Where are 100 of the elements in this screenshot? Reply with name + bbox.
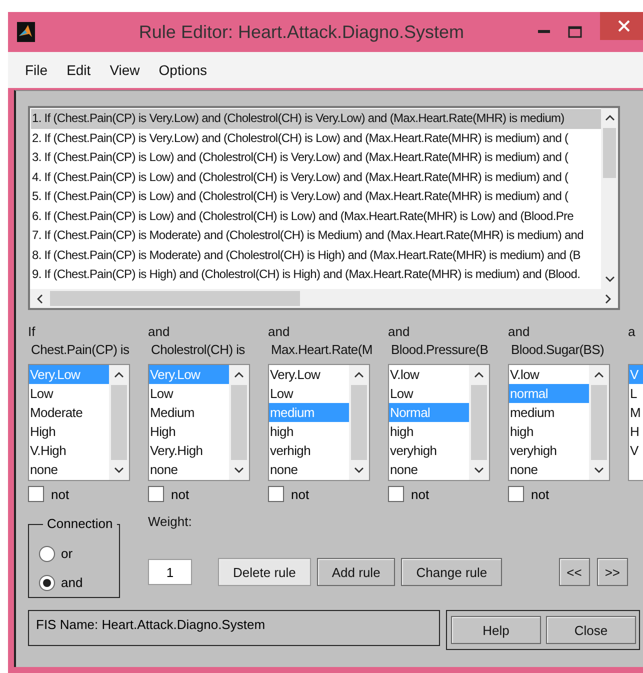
rule-row[interactable]: 4. If (Chest.Pain(CP) is Low) and (Cholestrol(CH) is Very.Low) and (Max.Heart.Rate(MHR) is medium) and (: [31, 168, 568, 187]
rule-button[interactable]: Add rule: [316, 558, 396, 586]
term-option[interactable]: High: [29, 422, 109, 441]
term-option[interactable]: V: [629, 441, 643, 460]
scroll-left-icon[interactable]: [36, 294, 44, 304]
term-option[interactable]: Very.High: [149, 441, 229, 460]
not-label: not: [51, 486, 70, 502]
connective-label: and: [148, 324, 171, 341]
term-option[interactable]: H: [629, 422, 643, 441]
term-option[interactable]: none: [509, 460, 589, 479]
term-list[interactable]: V L M H V: [628, 364, 643, 481]
scroll-up-icon[interactable]: [474, 371, 484, 379]
close-icon: [618, 20, 630, 32]
variable-label: Cholestrol(CH) is: [150, 342, 246, 359]
term-option[interactable]: Moderate: [29, 403, 109, 422]
scroll-right-icon[interactable]: [604, 294, 612, 304]
radio-label: or: [61, 546, 73, 561]
nav-button[interactable]: <<: [558, 558, 590, 586]
term-option[interactable]: none: [389, 460, 469, 479]
term-option[interactable]: Low: [269, 384, 349, 403]
rule-row[interactable]: 7. If (Chest.Pain(CP) is Moderate) and (Cholestrol(CH) is Medium) and (Max.Heart.Rate(MHR) is medium) and: [31, 226, 584, 246]
term-option[interactable]: high: [389, 422, 469, 441]
nav-button[interactable]: >>: [596, 558, 628, 586]
term-option[interactable]: Low: [149, 384, 229, 403]
term-option[interactable]: M: [629, 403, 643, 422]
radio-button[interactable]: [39, 546, 55, 562]
term-list[interactable]: V.low normal medium high veryhigh none: [508, 364, 610, 481]
maximize-icon[interactable]: [568, 26, 582, 38]
term-option[interactable]: Medium: [149, 403, 229, 422]
term-option[interactable]: veryhigh: [509, 441, 589, 460]
menu-item[interactable]: View: [110, 62, 140, 78]
app-icon: [17, 22, 35, 42]
scroll-thumb[interactable]: [231, 385, 247, 460]
rule-row[interactable]: 1. If (Chest.Pain(CP) is Very.Low) and (Cholestrol(CH) is Very.Low) and (Max.Heart.Rate(MHR) is medium): [31, 109, 601, 128]
term-option[interactable]: high: [509, 422, 589, 441]
minimize-icon[interactable]: [538, 30, 550, 34]
connective-label: and: [268, 324, 291, 341]
not-checkbox[interactable]: [268, 486, 284, 502]
rule-button[interactable]: Change rule: [401, 558, 502, 586]
rule-row[interactable]: 2. If (Chest.Pain(CP) is Very.Low) and (Cholestrol(CH) is Low) and (Max.Heart.Rate(MHR) is medium) and (: [31, 128, 568, 148]
term-option[interactable]: Very.Low: [269, 365, 349, 384]
term-option[interactable]: L: [629, 384, 643, 403]
term-option[interactable]: Low: [29, 384, 109, 403]
rule-row[interactable]: 5. If (Chest.Pain(CP) is Low) and (Cholestrol(CH) is Very.Low) and (Max.Heart.Rate(MHR) is medium) and (: [31, 187, 568, 206]
scroll-up-icon[interactable]: [114, 371, 124, 379]
scroll-thumb[interactable]: [50, 291, 300, 306]
menu-item[interactable]: File: [25, 62, 48, 78]
menu-item[interactable]: Options: [158, 62, 208, 78]
term-option[interactable]: none: [269, 460, 349, 479]
not-checkbox[interactable]: [28, 486, 44, 502]
scroll-down-icon[interactable]: [474, 466, 484, 474]
scroll-thumb[interactable]: [471, 385, 487, 460]
scroll-up-icon[interactable]: [594, 371, 604, 379]
variable-label: Max.Heart.Rate(M: [270, 342, 374, 359]
term-option[interactable]: Low: [389, 384, 469, 403]
variable-label: Blood.Pressure(B: [390, 342, 490, 359]
not-checkbox[interactable]: [508, 486, 524, 502]
rule-row[interactable]: 6. If (Chest.Pain(CP) is Low) and (Cholestrol(CH) is Low) and (Max.Heart.Rate(MHR) is Low) and (Blood.Pre: [31, 206, 574, 226]
term-option[interactable]: none: [149, 460, 229, 479]
scroll-up-icon[interactable]: [354, 371, 364, 379]
scroll-down-icon[interactable]: [234, 466, 244, 474]
scroll-down-icon[interactable]: [604, 275, 614, 283]
close-button[interactable]: [600, 12, 643, 40]
term-option[interactable]: V.low: [389, 365, 469, 384]
scroll-up-icon[interactable]: [604, 114, 614, 122]
horizontal-scrollbar[interactable]: [30, 289, 618, 308]
term-list[interactable]: Very.Low Low Moderate High V.High none: [28, 364, 130, 481]
rule-row[interactable]: 8. If (Chest.Pain(CP) is Moderate) and (Cholestrol(CH) is High) and (Max.Heart.Rate(MHR) is medium) and (B: [31, 246, 580, 265]
radio-button[interactable]: [39, 574, 55, 590]
footer-button[interactable]: Close: [546, 616, 636, 644]
term-option[interactable]: veryhigh: [389, 441, 469, 460]
scroll-down-icon[interactable]: [594, 466, 604, 474]
term-option[interactable]: High: [149, 422, 229, 441]
not-checkbox[interactable]: [148, 486, 164, 502]
not-checkbox[interactable]: [388, 486, 404, 502]
term-option[interactable]: high: [269, 422, 349, 441]
term-list[interactable]: Very.Low Low medium high verhigh none: [268, 364, 370, 481]
scroll-thumb[interactable]: [591, 385, 607, 460]
term-list[interactable]: V.low Low Normal high veryhigh none: [388, 364, 490, 481]
footer-button[interactable]: Help: [451, 616, 541, 644]
scroll-thumb[interactable]: [603, 128, 616, 178]
menu-item[interactable]: Edit: [66, 62, 91, 78]
term-option[interactable]: V.low: [509, 365, 589, 384]
term-option[interactable]: medium: [509, 403, 589, 422]
scrollbar[interactable]: [601, 108, 618, 289]
term-option[interactable]: verhigh: [269, 441, 349, 460]
rule-row[interactable]: 9. If (Chest.Pain(CP) is High) and (Cholestrol(CH) is High) and (Max.Heart.Rate(MHR) is medium) and (Blood.: [31, 265, 580, 284]
rule-button[interactable]: Delete rule: [218, 558, 311, 586]
scroll-thumb[interactable]: [111, 385, 127, 460]
scroll-down-icon[interactable]: [114, 466, 124, 474]
rule-row[interactable]: 3. If (Chest.Pain(CP) is Low) and (Cholestrol(CH) is Very.Low) and (Max.Heart.Rate(MHR) is medium) and (: [31, 148, 568, 168]
group-title: Connection: [43, 516, 117, 531]
weight-field[interactable]: 1: [148, 559, 192, 585]
rule-list[interactable]: [28, 106, 620, 310]
scroll-down-icon[interactable]: [354, 466, 364, 474]
term-list[interactable]: Very.Low Low Medium High Very.High none: [148, 364, 250, 481]
scroll-thumb[interactable]: [351, 385, 367, 460]
term-option[interactable]: V.High: [29, 441, 109, 460]
term-option[interactable]: none: [29, 460, 109, 479]
scroll-up-icon[interactable]: [234, 371, 244, 379]
